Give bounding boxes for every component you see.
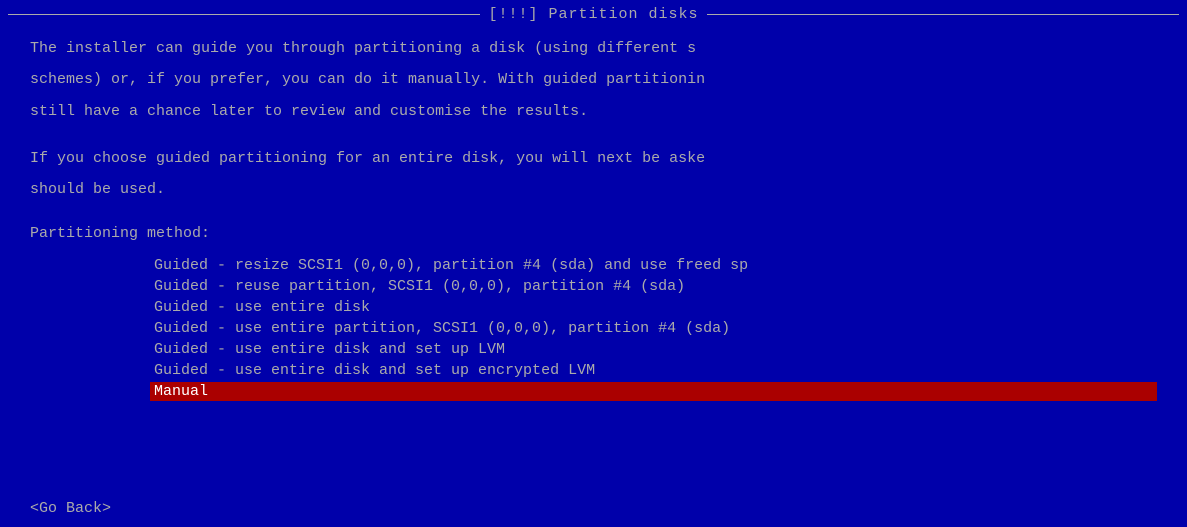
options-list: Guided - resize SCSI1 (0,0,0), partition… [30, 256, 1157, 401]
option-item-5[interactable]: Guided - use entire disk and set up encr… [150, 361, 1157, 380]
option-item-6[interactable]: Manual [150, 382, 1157, 401]
bottom-area: <Go Back> [0, 484, 1187, 527]
option-item-3[interactable]: Guided - use entire partition, SCSI1 (0,… [150, 319, 1157, 338]
desc-para1-line1: The installer can guide you through part… [30, 37, 1157, 60]
window-title: [!!!] Partition disks [488, 6, 698, 23]
desc-para1-line3: still have a chance later to review and … [30, 100, 1157, 123]
partitioning-method-label: Partitioning method: [30, 225, 1157, 242]
terminal-window: [!!!] Partition disks The installer can … [0, 0, 1187, 527]
option-item-1[interactable]: Guided - reuse partition, SCSI1 (0,0,0),… [150, 277, 1157, 296]
content-area: The installer can guide you through part… [0, 27, 1187, 484]
desc-para2-line2: should be used. [30, 178, 1157, 201]
desc-para2-line1: If you choose guided partitioning for an… [30, 147, 1157, 170]
option-item-0[interactable]: Guided - resize SCSI1 (0,0,0), partition… [150, 256, 1157, 275]
description-block2: If you choose guided partitioning for an… [30, 147, 1157, 210]
description-block: The installer can guide you through part… [30, 37, 1157, 131]
go-back-button[interactable]: <Go Back> [30, 500, 1157, 517]
title-line-left [8, 14, 480, 15]
desc-para1-line2: schemes) or, if you prefer, you can do i… [30, 68, 1157, 91]
option-item-2[interactable]: Guided - use entire disk [150, 298, 1157, 317]
title-bar: [!!!] Partition disks [0, 0, 1187, 27]
option-item-4[interactable]: Guided - use entire disk and set up LVM [150, 340, 1157, 359]
title-line-right [707, 14, 1179, 15]
